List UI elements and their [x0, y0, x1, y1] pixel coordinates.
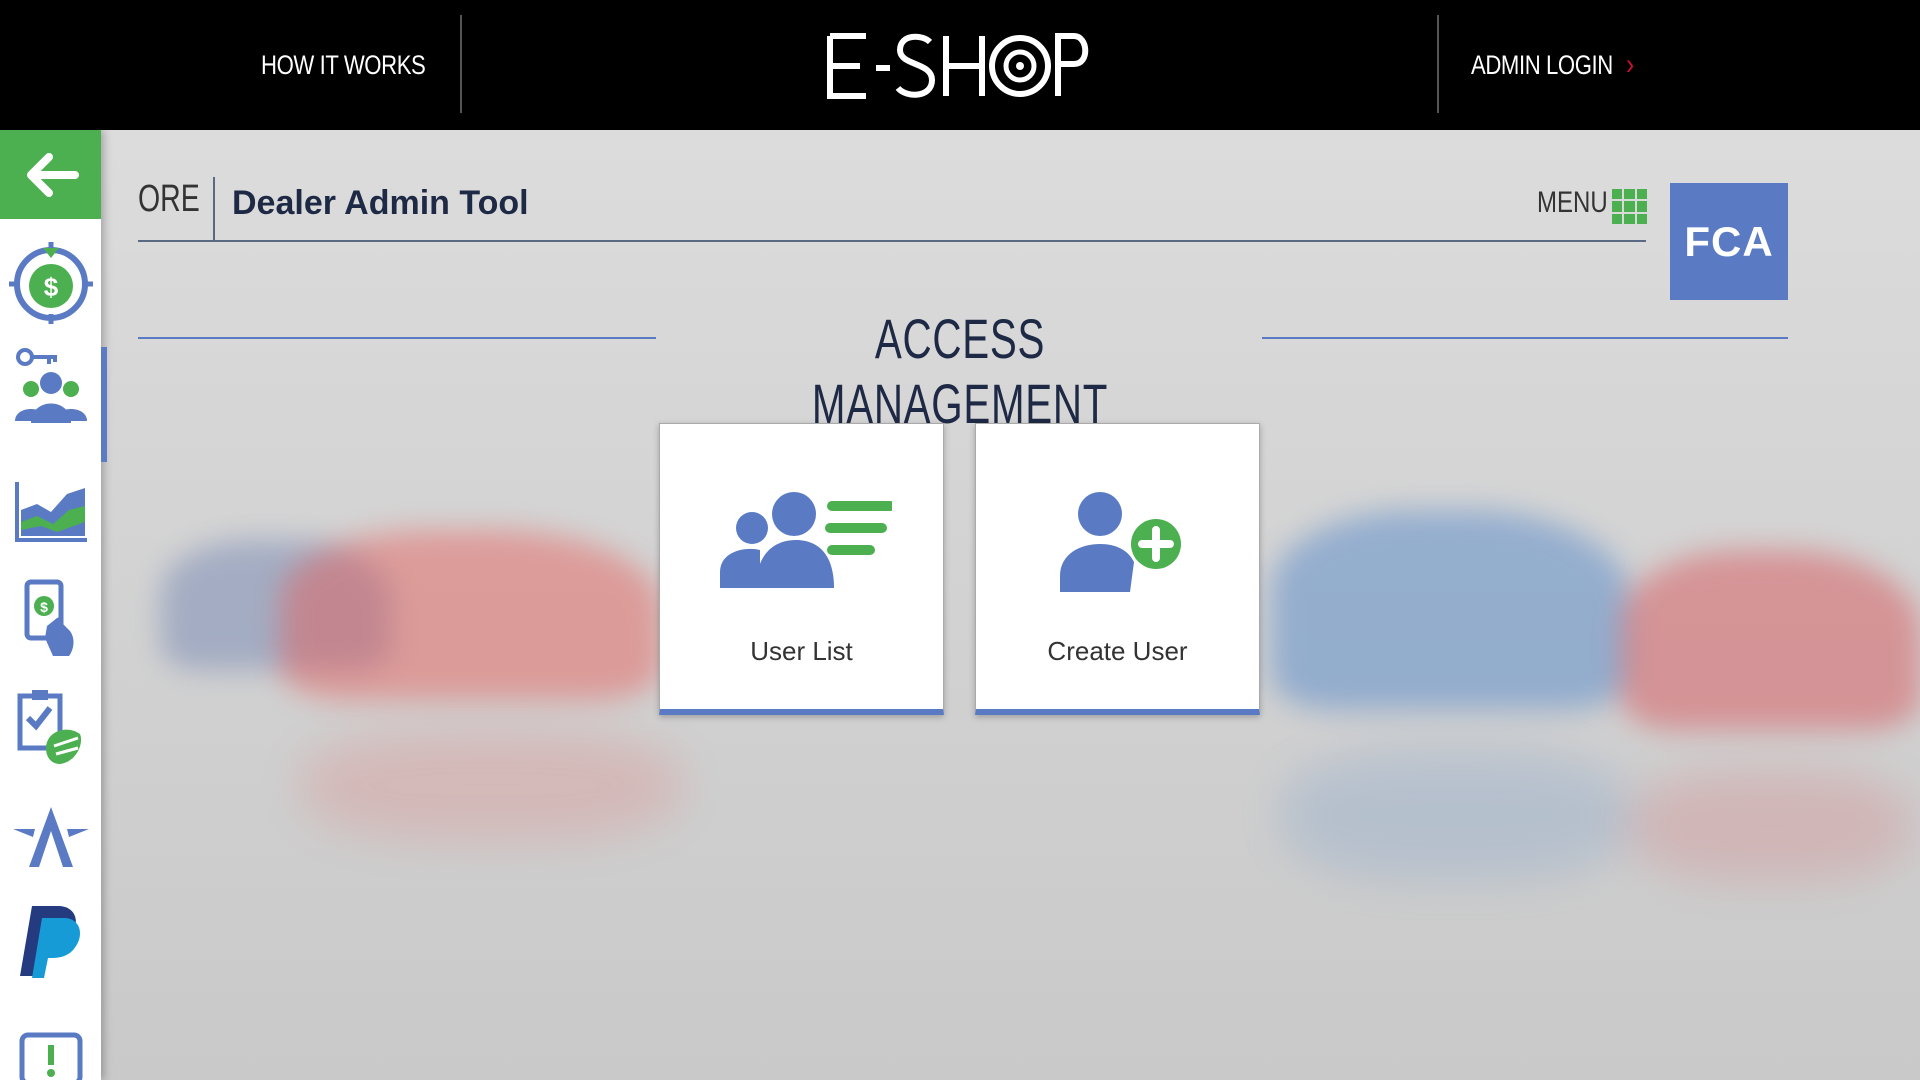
- sidebar-item-incentives[interactable]: $: [0, 232, 101, 332]
- section-rule-right: [1262, 337, 1788, 339]
- how-it-works-link[interactable]: HOW IT WORKS: [261, 0, 426, 130]
- svg-text:$: $: [43, 272, 58, 302]
- create-user-card[interactable]: Create User: [975, 423, 1260, 715]
- chart-icon: [14, 482, 87, 542]
- sidebar-active-indicator: [101, 347, 107, 462]
- ore-label: ORE: [138, 178, 200, 220]
- admin-login-label: ADMIN LOGIN: [1471, 49, 1613, 80]
- top-divider: [1437, 15, 1439, 113]
- menu-label[interactable]: MENU: [1537, 186, 1608, 220]
- menu-grid-icon[interactable]: [1612, 189, 1647, 224]
- sidebar-item-alerts[interactable]: [0, 1005, 101, 1080]
- mobile-payment-icon: $: [24, 579, 73, 656]
- user-list-label: User List: [750, 636, 853, 666]
- section-title: ACCESS MANAGEMENT: [660, 306, 1260, 436]
- checklist-icon: [17, 690, 81, 764]
- paypal-icon: [19, 906, 80, 978]
- svg-text:$: $: [40, 599, 48, 615]
- star-logo-icon: [12, 807, 89, 867]
- sidebar-item-tasks[interactable]: [0, 678, 101, 778]
- back-arrow-icon: [26, 152, 79, 197]
- user-list-card[interactable]: User List: [659, 423, 944, 715]
- top-divider: [460, 15, 462, 113]
- eshop-logo[interactable]: [826, 28, 1094, 104]
- section-title-text: ACCESS MANAGEMENT: [811, 307, 1109, 435]
- sidebar-item-payments[interactable]: $: [0, 568, 101, 668]
- header-divider: [213, 177, 215, 241]
- sidebar: $ $: [0, 130, 107, 1080]
- sidebar-item-reports[interactable]: [0, 462, 101, 562]
- header-underline: [138, 240, 1646, 242]
- add-user-icon: [1060, 492, 1184, 592]
- alert-icon: [19, 1032, 82, 1080]
- page-title: Dealer Admin Tool: [232, 184, 529, 222]
- sidebar-item-brand[interactable]: [0, 788, 101, 888]
- back-button[interactable]: [0, 130, 101, 219]
- sidebar-item-access-management[interactable]: [0, 337, 101, 437]
- user-list-icon: [720, 492, 892, 588]
- admin-login-link[interactable]: ADMIN LOGIN ›: [1471, 0, 1634, 130]
- chevron-right-icon: ›: [1626, 48, 1634, 81]
- how-it-works-label: HOW IT WORKS: [261, 49, 426, 80]
- fca-logo: FCA: [1670, 183, 1788, 300]
- access-management-icon: [14, 348, 87, 423]
- money-target-icon: $: [8, 242, 93, 324]
- sidebar-item-paypal[interactable]: [0, 892, 101, 992]
- section-rule-left: [138, 337, 656, 339]
- top-navigation-bar: HOW IT WORKS ADMIN LOGIN ›: [0, 0, 1920, 130]
- create-user-label: Create User: [1047, 636, 1188, 666]
